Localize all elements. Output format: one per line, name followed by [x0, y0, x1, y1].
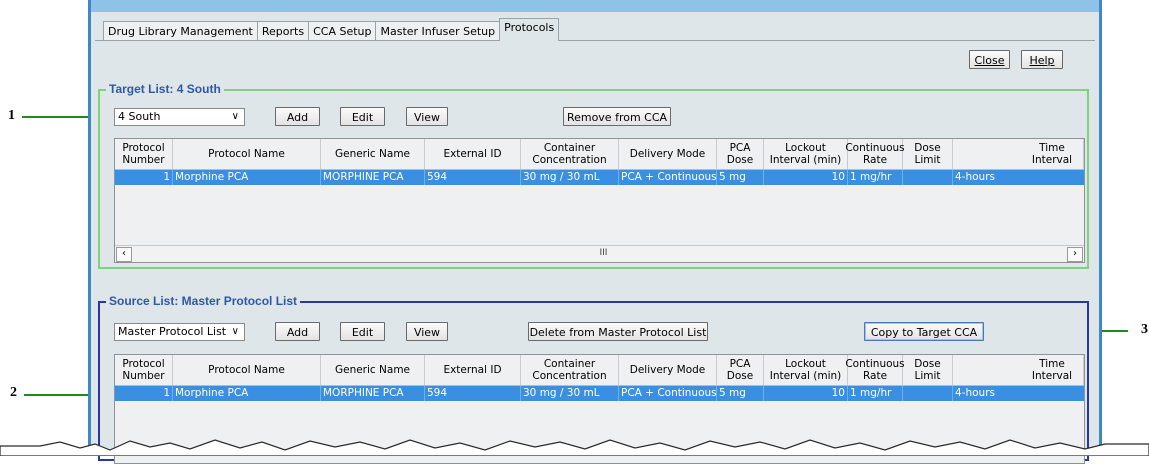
help-button-label: Help [1029, 54, 1055, 67]
column-generic-name[interactable]: Generic Name [321, 355, 425, 385]
column-pca-dose[interactable]: PCA Dose [717, 139, 764, 169]
source-table-row[interactable]: 1 Morphine PCA MORPHINE PCA 594 30 mg / … [115, 386, 1084, 401]
tab-cca-setup[interactable]: CCA Setup [308, 21, 377, 41]
source-select-value: Master Protocol List [118, 325, 227, 338]
arrow-right-icon[interactable]: › [1067, 247, 1083, 262]
source-add-button[interactable]: Add [275, 322, 320, 341]
column-time-interval[interactable]: Time Interval [953, 355, 1084, 385]
column-protocol-number[interactable]: Protocol Number [115, 355, 173, 385]
window-title-bar [91, 0, 1099, 12]
cell-container-concentration: 30 mg / 30 mL [521, 170, 619, 185]
cell-generic-name: MORPHINE PCA [321, 170, 425, 185]
column-protocol-number[interactable]: Protocol Number [115, 139, 173, 169]
cell-continuous-rate: 1 mg/hr [848, 170, 903, 185]
cell-lockout-interval: 10 [764, 386, 848, 401]
cell-generic-name: MORPHINE PCA [321, 386, 425, 401]
target-cca-select[interactable]: 4 South ∨ [114, 108, 245, 126]
torn-edge-decoration [0, 439, 1149, 456]
cell-protocol-number: 1 [115, 386, 173, 401]
column-continuous-rate[interactable]: Continuous Rate [845, 355, 905, 385]
cell-external-id: 594 [425, 170, 521, 185]
chevron-down-icon: ∨ [231, 326, 239, 337]
column-delivery-mode[interactable]: Delivery Mode [619, 139, 717, 169]
remove-from-cca-button[interactable]: Remove from CCA [563, 107, 671, 126]
column-delivery-mode[interactable]: Delivery Mode [619, 355, 717, 385]
cell-dose-limit [903, 386, 953, 401]
column-protocol-name[interactable]: Protocol Name [173, 139, 321, 169]
target-table-header: Protocol Number Protocol Name Generic Na… [115, 139, 1084, 170]
tab-drug-library-management[interactable]: Drug Library Management [103, 21, 258, 41]
column-pca-dose[interactable]: PCA Dose [717, 355, 764, 385]
column-continuous-rate[interactable]: Continuous Rate [845, 139, 905, 169]
delete-from-master-list-button[interactable]: Delete from Master Protocol List [528, 322, 708, 341]
cell-container-concentration: 30 mg / 30 mL [521, 386, 619, 401]
cell-delivery-mode: PCA + Continuous [621, 386, 717, 401]
target-table-row[interactable]: 1 Morphine PCA MORPHINE PCA 594 30 mg / … [115, 170, 1084, 185]
column-container-concentration[interactable]: Container Concentration [521, 355, 619, 385]
help-button[interactable]: Help [1021, 50, 1063, 69]
column-external-id[interactable]: External ID [425, 355, 521, 385]
column-generic-name[interactable]: Generic Name [321, 139, 425, 169]
cell-protocol-number: 1 [115, 170, 173, 185]
cell-pca-dose: 5 mg [717, 170, 764, 185]
cell-pca-dose: 5 mg [717, 386, 764, 401]
arrow-left-icon[interactable]: ‹ [116, 247, 132, 262]
close-button-label: Close [974, 54, 1005, 67]
tab-protocols[interactable]: Protocols [499, 18, 560, 41]
column-dose-limit[interactable]: Dose Limit [903, 355, 953, 385]
target-edit-button[interactable]: Edit [340, 107, 385, 126]
source-list-select[interactable]: Master Protocol List ∨ [114, 323, 245, 341]
source-list-title: Source List: Master Protocol List [106, 294, 301, 308]
copy-to-target-cca-button[interactable]: Copy to Target CCA [864, 322, 984, 341]
application-window: Drug Library Management Reports CCA Setu… [88, 0, 1102, 464]
target-view-button[interactable]: View [406, 107, 448, 126]
tab-master-infuser-setup[interactable]: Master Infuser Setup [375, 21, 501, 41]
cell-time-interval: 4-hours [955, 387, 995, 399]
column-protocol-name[interactable]: Protocol Name [173, 355, 321, 385]
source-view-button[interactable]: View [406, 322, 448, 341]
target-select-value: 4 South [118, 110, 161, 123]
cell-delivery-mode: PCA + Continuous [621, 170, 717, 185]
column-lockout-interval[interactable]: Lockout Interval (min) [764, 139, 848, 169]
target-horizontal-scrollbar[interactable]: ‹ III › [115, 245, 1084, 262]
column-lockout-interval[interactable]: Lockout Interval (min) [764, 355, 848, 385]
target-list-title: Target List: 4 South [106, 82, 224, 96]
cell-protocol-name: Morphine PCA [173, 170, 321, 185]
target-protocol-table: Protocol Number Protocol Name Generic Na… [114, 138, 1085, 263]
scroll-thumb-grip: III [599, 248, 608, 258]
tab-bar: Drug Library Management Reports CCA Setu… [103, 18, 560, 41]
cell-external-id: 594 [425, 386, 521, 401]
column-dose-limit[interactable]: Dose Limit [903, 139, 953, 169]
cell-continuous-rate: 1 mg/hr [848, 386, 903, 401]
source-edit-button[interactable]: Edit [340, 322, 385, 341]
cell-lockout-interval: 10 [764, 170, 848, 185]
column-container-concentration[interactable]: Container Concentration [521, 139, 619, 169]
cell-dose-limit [903, 170, 953, 185]
cell-protocol-name: Morphine PCA [173, 386, 321, 401]
tab-divider [95, 40, 1095, 41]
column-external-id[interactable]: External ID [425, 139, 521, 169]
column-time-interval[interactable]: Time Interval [953, 139, 1084, 169]
tab-reports[interactable]: Reports [256, 21, 310, 41]
cell-time-interval: 4-hours [955, 171, 995, 183]
target-add-button[interactable]: Add [275, 107, 320, 126]
close-button[interactable]: Close [969, 50, 1010, 69]
target-list-group: Target List: 4 South 4 South ∨ Add Edit … [98, 82, 1089, 269]
chevron-down-icon: ∨ [231, 111, 239, 122]
source-table-header: Protocol Number Protocol Name Generic Na… [115, 355, 1084, 386]
